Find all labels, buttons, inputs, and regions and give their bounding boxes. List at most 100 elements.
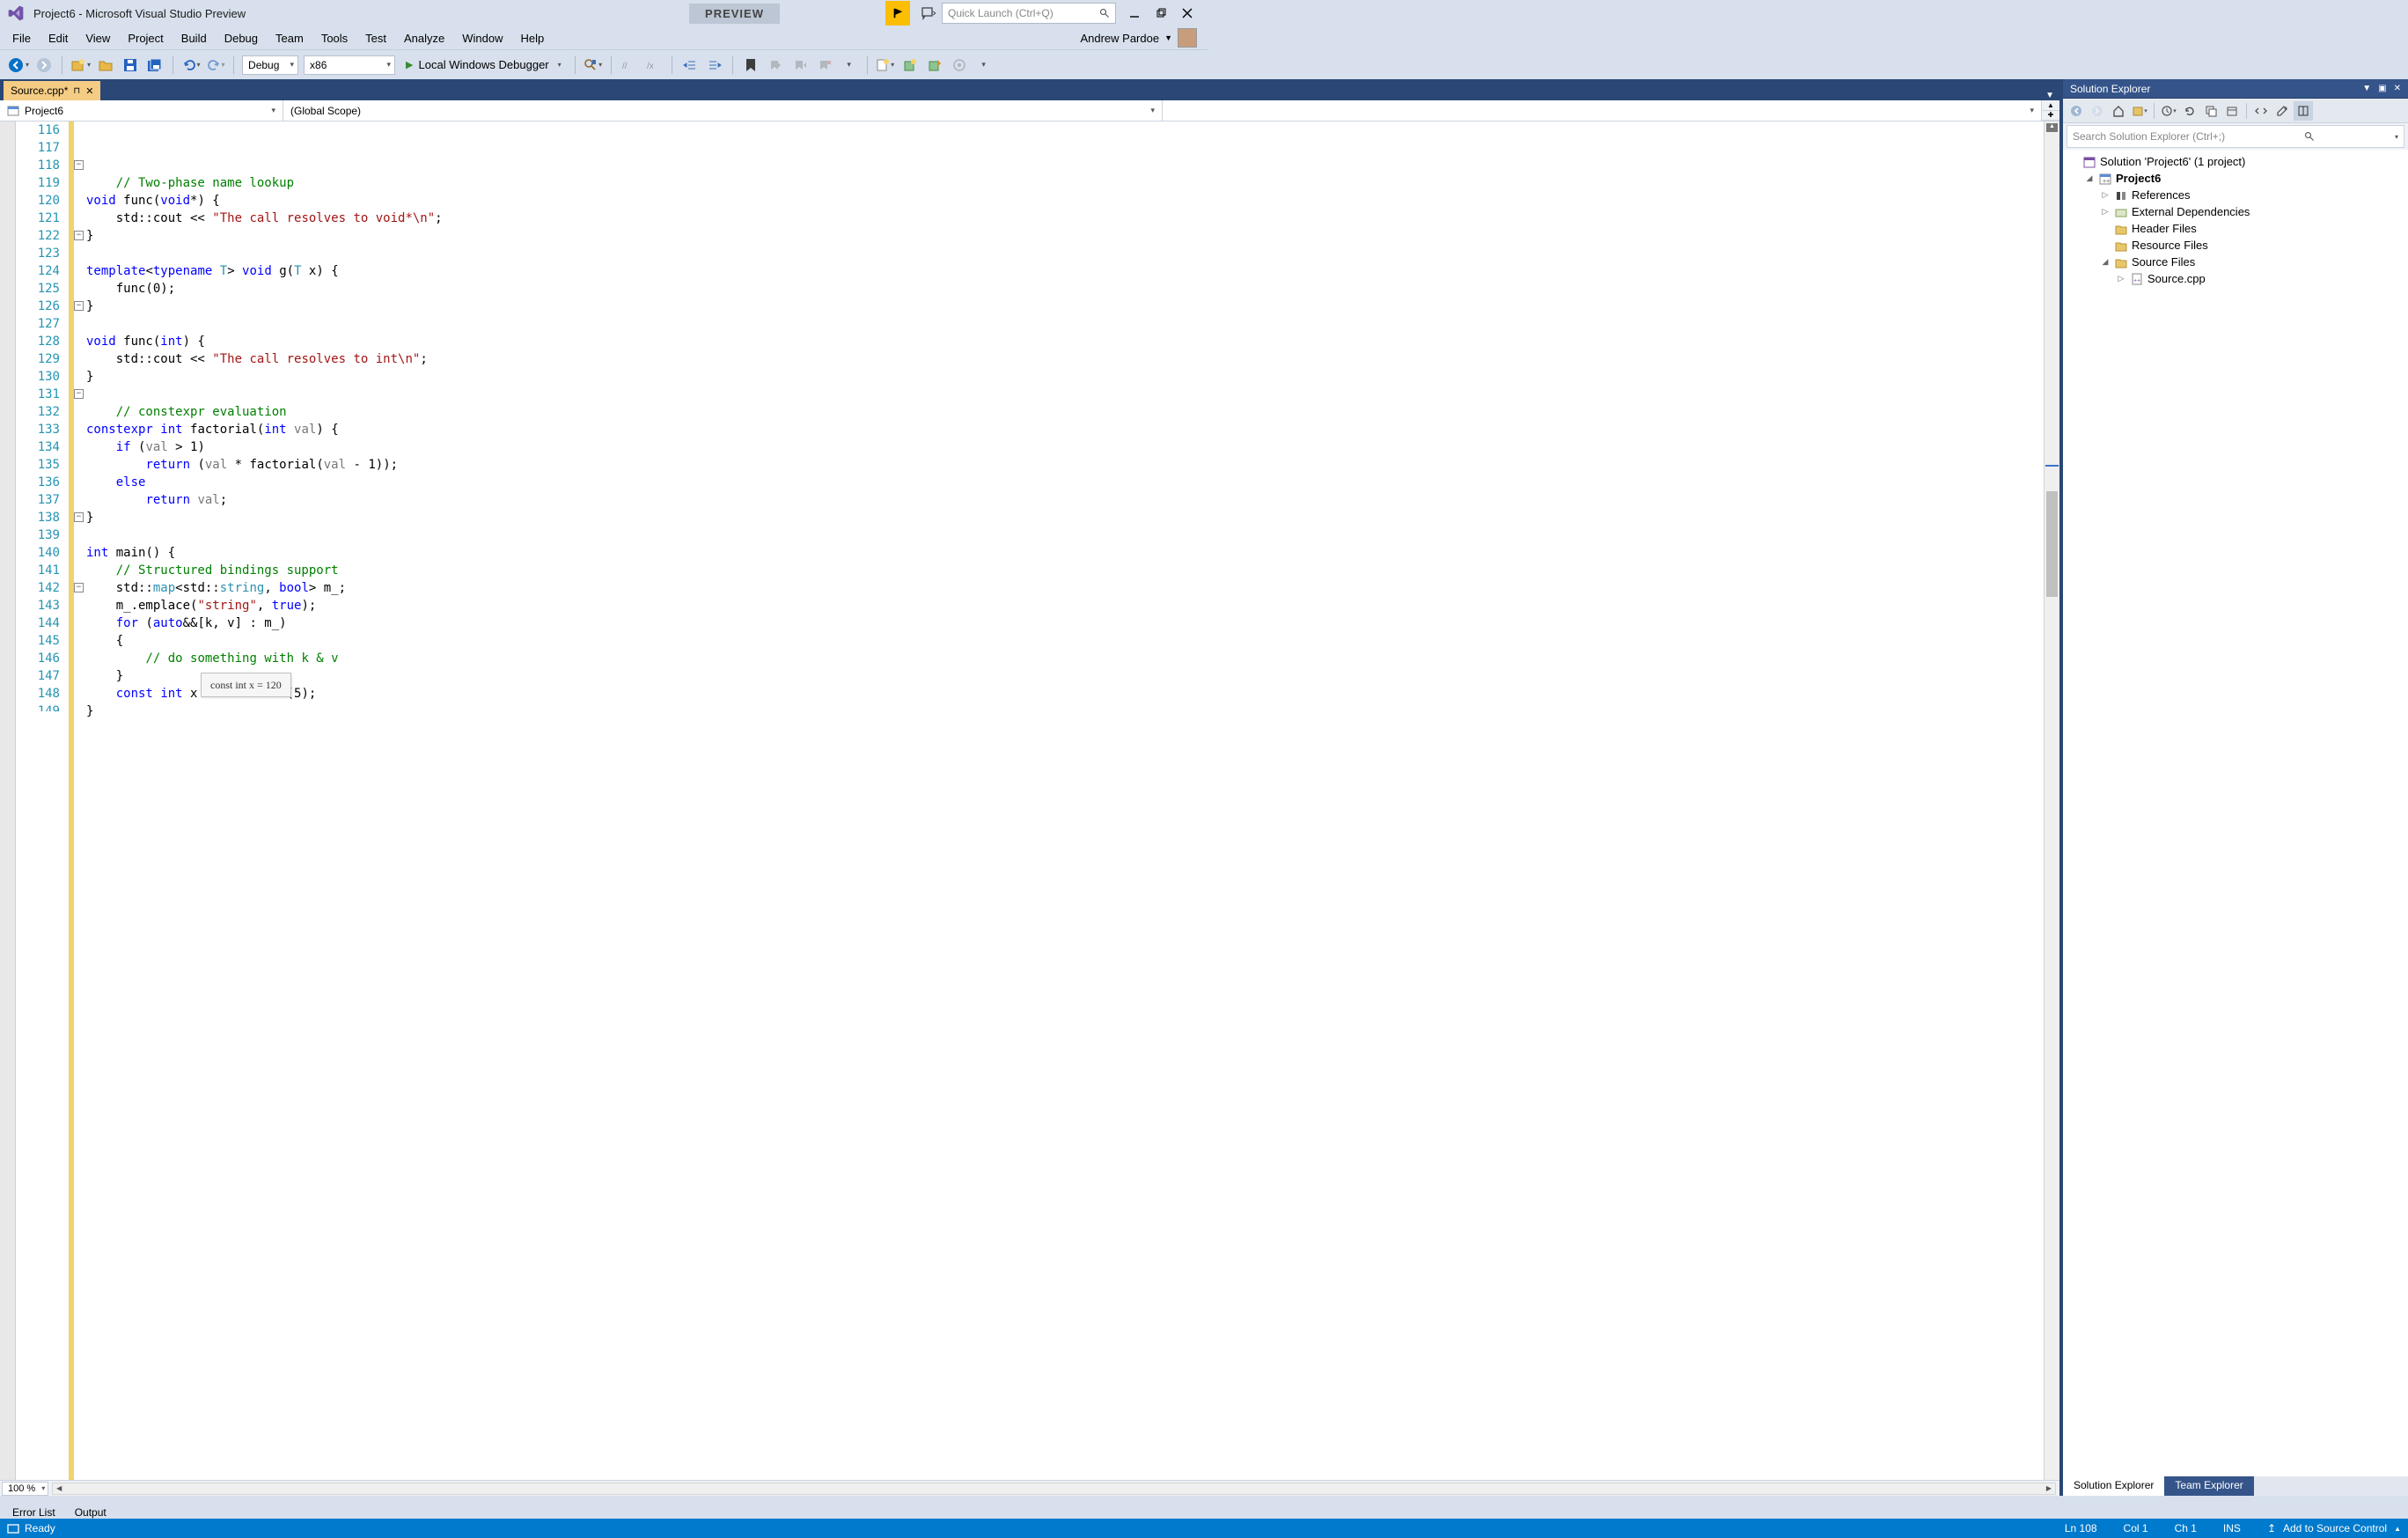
- decrease-indent-button[interactable]: [680, 55, 700, 75]
- save-all-button[interactable]: [145, 55, 165, 75]
- user-menu-chevron-icon[interactable]: ▼: [1164, 33, 1172, 42]
- tree-item[interactable]: Resource Files: [2063, 237, 2408, 254]
- solution-tree[interactable]: Solution 'Project6' (1 project)++Project…: [2063, 150, 2408, 1476]
- source-control-chevron-icon[interactable]: ▲: [2394, 1525, 2401, 1533]
- breakpoint-margin[interactable]: [0, 121, 16, 1480]
- clear-bookmarks-button[interactable]: [815, 55, 834, 75]
- menu-help[interactable]: Help: [512, 28, 554, 48]
- split-vertical-button[interactable]: ▲: [2042, 100, 2059, 111]
- sln-sync-button[interactable]: ▾: [2130, 101, 2149, 121]
- tree-item[interactable]: Header Files: [2063, 220, 2408, 237]
- sln-forward-button[interactable]: [2088, 101, 2107, 121]
- uncomment-button[interactable]: /x: [644, 55, 664, 75]
- start-debugging-button[interactable]: ▶Local Windows Debugger▾: [398, 55, 569, 75]
- undo-button[interactable]: ▾: [181, 55, 201, 75]
- toolbar-overflow1[interactable]: ▾: [840, 55, 859, 75]
- sln-preview-button[interactable]: [2294, 101, 2313, 121]
- solution-search-placeholder: Search Solution Explorer (Ctrl+;): [2073, 130, 2225, 143]
- panel-dropdown-icon[interactable]: ▼: [2362, 84, 2371, 93]
- tab-overflow-icon[interactable]: ▼: [2045, 91, 2054, 100]
- sln-back-button[interactable]: [2067, 101, 2086, 121]
- quick-launch-input[interactable]: Quick Launch (Ctrl+Q): [942, 3, 1116, 24]
- menu-debug[interactable]: Debug: [216, 28, 267, 48]
- tab-close-icon[interactable]: ✕: [85, 85, 93, 97]
- open-file-button[interactable]: [96, 55, 115, 75]
- menu-edit[interactable]: Edit: [40, 28, 77, 48]
- menu-build[interactable]: Build: [173, 28, 216, 48]
- panel-pin-icon[interactable]: ▣: [2378, 84, 2386, 93]
- sln-view-code-button[interactable]: [2251, 101, 2271, 121]
- minimize-button[interactable]: [1123, 2, 1146, 25]
- menu-file[interactable]: File: [4, 28, 40, 48]
- document-tab[interactable]: Source.cpp* ⊓ ✕: [4, 81, 100, 100]
- new-project-button[interactable]: ▾: [70, 55, 91, 75]
- toolbar-overflow2[interactable]: ▾: [974, 55, 994, 75]
- scrollbar-thumb[interactable]: [2046, 491, 2058, 597]
- tab-solution-explorer[interactable]: Solution Explorer: [2063, 1476, 2164, 1496]
- avatar[interactable]: [1178, 28, 1197, 48]
- prev-bookmark-button[interactable]: [766, 55, 785, 75]
- zoom-level-dropdown[interactable]: 100 %: [2, 1482, 48, 1496]
- next-bookmark-button[interactable]: [790, 55, 810, 75]
- tree-item[interactable]: Source Files: [2063, 254, 2408, 270]
- sln-properties-button[interactable]: [2272, 101, 2292, 121]
- panel-close-icon[interactable]: ✕: [2394, 84, 2401, 93]
- find-in-files-button[interactable]: ▾: [584, 55, 603, 75]
- menu-analyze[interactable]: Analyze: [395, 28, 453, 48]
- code-body[interactable]: // Two-phase name lookupvoid func(void*)…: [74, 121, 2044, 1480]
- new-item-button[interactable]: ▾: [876, 55, 895, 75]
- fold-toggle[interactable]: −: [74, 160, 84, 170]
- nav-scope-dropdown[interactable]: (Global Scope): [283, 100, 1163, 121]
- tab-pin-icon[interactable]: ⊓: [73, 86, 80, 96]
- menu-team[interactable]: Team: [267, 28, 312, 48]
- fold-toggle[interactable]: −: [74, 583, 84, 592]
- comment-button[interactable]: //: [620, 55, 639, 75]
- solution-platform-dropdown[interactable]: x86: [304, 55, 395, 75]
- fold-toggle[interactable]: −: [74, 512, 84, 522]
- nav-project-dropdown[interactable]: Project6: [0, 100, 283, 121]
- extensions-button[interactable]: [950, 55, 969, 75]
- nav-forward-button[interactable]: [34, 55, 54, 75]
- tree-item[interactable]: External Dependencies: [2063, 203, 2408, 220]
- fold-toggle[interactable]: −: [74, 301, 84, 311]
- fold-toggle[interactable]: −: [74, 231, 84, 240]
- redo-button[interactable]: ▾: [206, 55, 225, 75]
- menu-tools[interactable]: Tools: [312, 28, 356, 48]
- restore-button[interactable]: [1149, 2, 1172, 25]
- split-horizontal-button[interactable]: ✚: [2042, 111, 2059, 121]
- vertical-scrollbar[interactable]: ▲: [2044, 121, 2059, 1480]
- class-wizard-button[interactable]: [925, 55, 944, 75]
- menu-project[interactable]: Project: [119, 28, 172, 48]
- solution-config-dropdown[interactable]: Debug: [242, 55, 298, 75]
- sln-home-button[interactable]: [2109, 101, 2128, 121]
- fold-toggle[interactable]: −: [74, 389, 84, 399]
- tree-item[interactable]: Solution 'Project6' (1 project): [2063, 153, 2408, 170]
- solution-search-input[interactable]: Search Solution Explorer (Ctrl+;) ▾: [2067, 125, 2404, 148]
- tab-team-explorer[interactable]: Team Explorer: [2164, 1476, 2253, 1496]
- add-class-button[interactable]: [900, 55, 920, 75]
- tree-item[interactable]: ++Source.cpp: [2063, 270, 2408, 287]
- horizontal-scrollbar[interactable]: ◀▶: [52, 1483, 2056, 1495]
- menu-test[interactable]: Test: [356, 28, 395, 48]
- menu-view[interactable]: View: [77, 28, 119, 48]
- publish-icon[interactable]: ↥: [2267, 1522, 2276, 1534]
- bookmark-button[interactable]: [741, 55, 760, 75]
- nav-back-button[interactable]: ▾: [8, 55, 29, 75]
- close-button[interactable]: [1176, 2, 1199, 25]
- sln-collapse-all-button[interactable]: [2201, 101, 2221, 121]
- sln-show-all-button[interactable]: [2222, 101, 2242, 121]
- source-control-button[interactable]: Add to Source Control: [2283, 1522, 2387, 1534]
- menu-window[interactable]: Window: [453, 28, 511, 48]
- save-button[interactable]: [121, 55, 140, 75]
- notifications-flag-button[interactable]: [885, 1, 910, 26]
- feedback-icon[interactable]: [918, 3, 939, 24]
- sln-pending-changes-button[interactable]: ▾: [2159, 101, 2178, 121]
- solution-explorer-title-bar[interactable]: Solution Explorer ▼ ▣ ✕: [2063, 79, 2408, 99]
- sln-refresh-button[interactable]: [2180, 101, 2199, 121]
- tree-item[interactable]: References: [2063, 187, 2408, 203]
- nav-member-dropdown[interactable]: [1163, 100, 2042, 121]
- user-name-label[interactable]: Andrew Pardoe: [1080, 32, 1159, 45]
- code-editor[interactable]: 1161171181191201211221231241251261271281…: [0, 121, 2059, 1480]
- tree-item[interactable]: ++Project6: [2063, 170, 2408, 187]
- increase-indent-button[interactable]: [705, 55, 724, 75]
